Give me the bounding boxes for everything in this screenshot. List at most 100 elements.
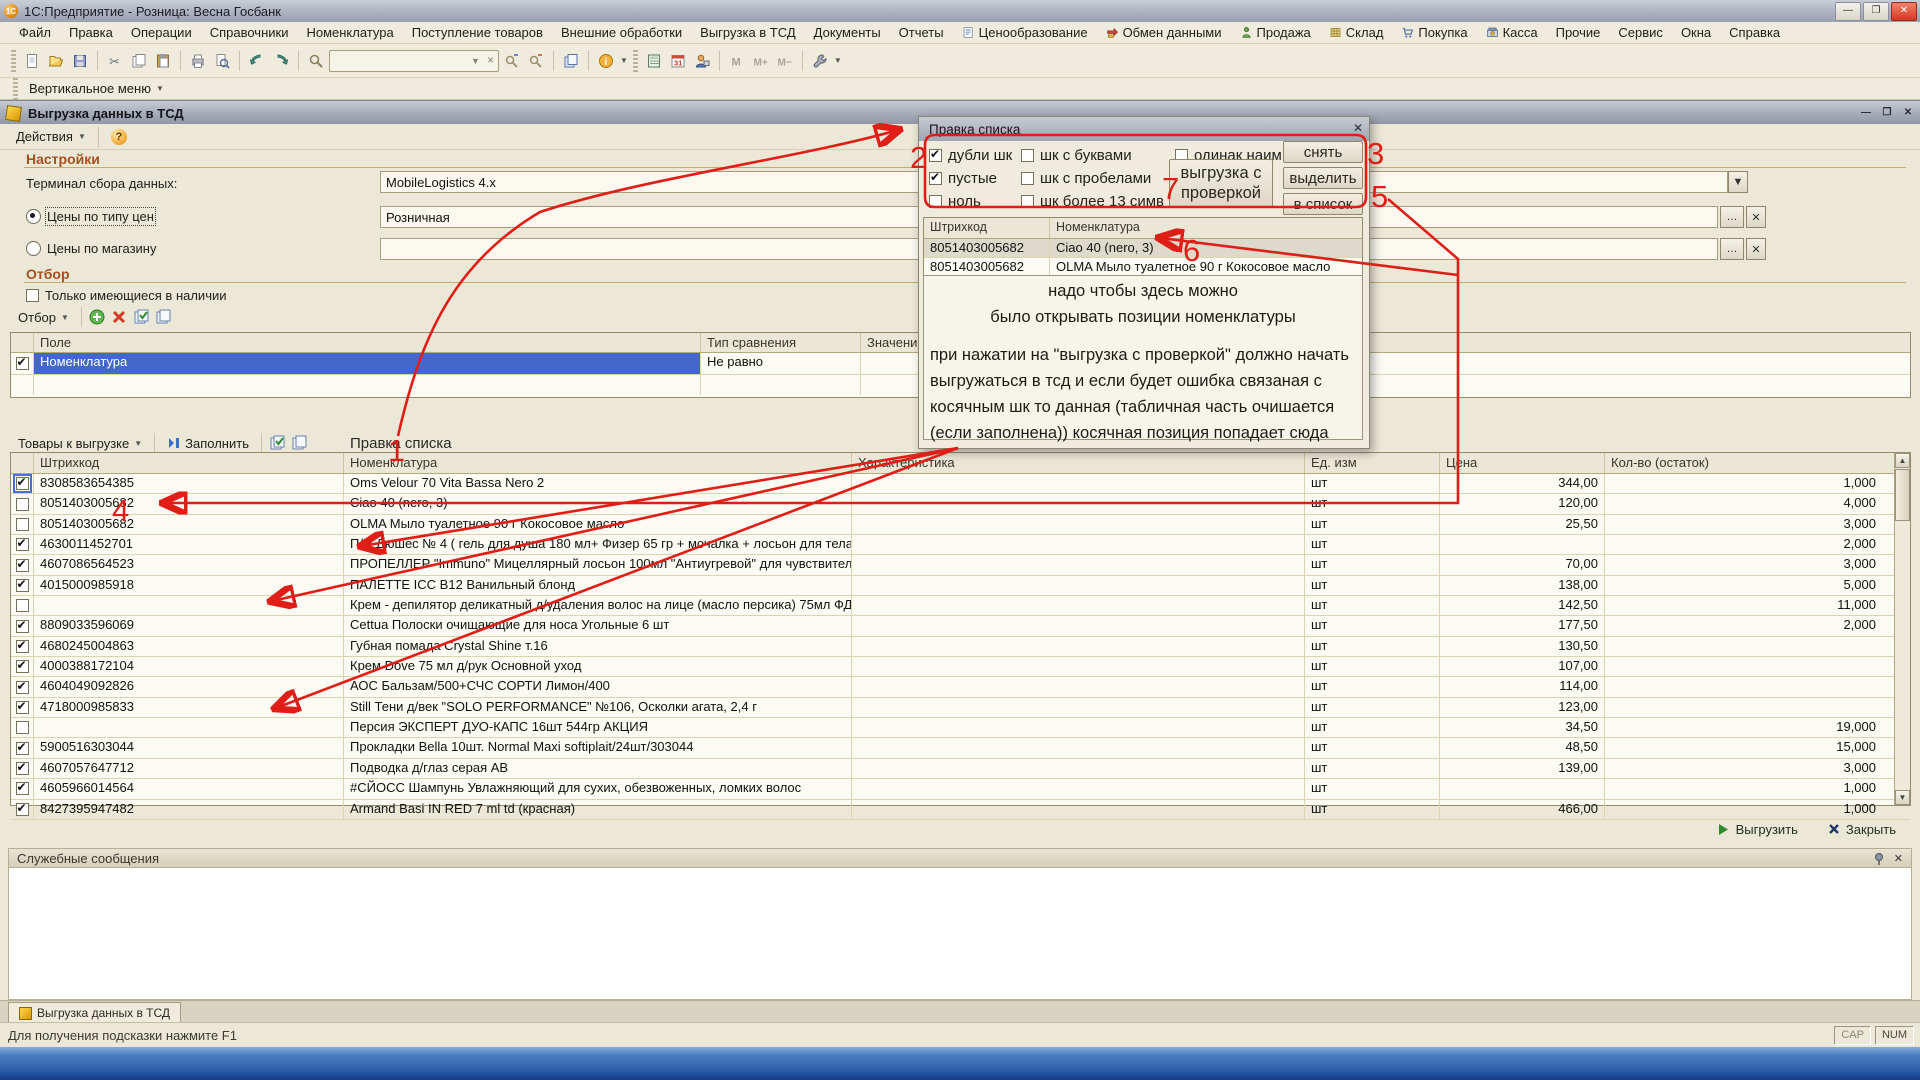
toolbar-grip[interactable]	[633, 50, 638, 72]
menu-item-файл[interactable]: Файл	[10, 23, 60, 42]
cell-unit[interactable]: шт	[1305, 555, 1440, 574]
only-available-checkbox[interactable]: Только имеющиеся в наличии	[26, 288, 227, 303]
user-lock-button[interactable]	[691, 50, 713, 72]
filter-menu-button[interactable]: Отбор▼	[10, 307, 77, 328]
info-button[interactable]: i	[595, 50, 617, 72]
cell-characteristic[interactable]	[852, 657, 1305, 676]
cell-qty[interactable]	[1605, 698, 1882, 717]
cell-name[interactable]: АОС Бальзам/500+СЧС СОРТИ Лимон/400	[344, 677, 852, 696]
dialog-checkbox-шк-более-13-симв[interactable]: шк более 13 симв	[1021, 193, 1164, 210]
cell-unit[interactable]: шт	[1305, 596, 1440, 615]
cell-unit[interactable]: шт	[1305, 494, 1440, 513]
cell-qty[interactable]: 4,000	[1605, 494, 1882, 513]
dialog-titlebar[interactable]: Правка списка ✕	[919, 117, 1369, 141]
cell-barcode[interactable]: 4607057647712	[34, 759, 344, 778]
paste-button[interactable]	[152, 50, 174, 72]
unload-with-check-button[interactable]: выгрузка с проверкой	[1169, 159, 1273, 207]
cell-unit[interactable]: шт	[1305, 718, 1440, 737]
menu-item-номенклатура[interactable]: Номенклатура	[297, 23, 402, 42]
cell-price[interactable]: 34,50	[1440, 718, 1605, 737]
m-minus-button[interactable]: M−	[774, 50, 796, 72]
copy-button[interactable]	[128, 50, 150, 72]
cell-price[interactable]: 138,00	[1440, 576, 1605, 595]
menu-item-касса[interactable]: Касса	[1477, 23, 1547, 42]
chevron-down-icon[interactable]: ▼	[834, 56, 842, 65]
cell-characteristic[interactable]	[852, 738, 1305, 757]
messages-close-icon[interactable]: ✕	[1894, 852, 1903, 865]
cell-name[interactable]: Персия ЭКСПЕРТ ДУО-КАПС 16шт 544гр АКЦИЯ	[344, 718, 852, 737]
cell-unit[interactable]: шт	[1305, 738, 1440, 757]
find-button[interactable]	[305, 50, 327, 72]
save-button[interactable]	[69, 50, 91, 72]
row-checkbox[interactable]	[16, 477, 29, 490]
menu-item-ценообразование[interactable]: Ценообразование	[953, 23, 1097, 42]
menu-item-покупка[interactable]: Покупка	[1392, 23, 1476, 42]
cell-unit[interactable]: шт	[1305, 474, 1440, 493]
price-type-radio[interactable]: Цены по типу цен	[26, 209, 154, 224]
calendar-button[interactable]: 31	[667, 50, 689, 72]
cell-name[interactable]: Подводка д/глаз серая АВ	[344, 759, 852, 778]
close-button[interactable]: ✕	[1891, 2, 1917, 21]
dialog-checkbox-ноль[interactable]: ноль	[929, 193, 981, 210]
pin-icon[interactable]	[1873, 852, 1886, 865]
cell-characteristic[interactable]	[852, 616, 1305, 635]
preview-button[interactable]	[211, 50, 233, 72]
menu-item-справочники[interactable]: Справочники	[201, 23, 298, 42]
cell-characteristic[interactable]	[852, 637, 1305, 656]
cell-qty[interactable]: 3,000	[1605, 515, 1882, 534]
cell-barcode[interactable]	[34, 718, 344, 737]
menu-item-операции[interactable]: Операции	[122, 23, 201, 42]
check-all-icon[interactable]	[130, 306, 152, 328]
cell-barcode[interactable]: 5900516303044	[34, 738, 344, 757]
maximize-button[interactable]: ❐	[1863, 2, 1889, 21]
cell-price[interactable]: 142,50	[1440, 596, 1605, 615]
taskbar[interactable]	[0, 1047, 1920, 1080]
cell-name[interactable]: Still Тени д/век "SOLO PERFORMANCE" №106…	[344, 698, 852, 717]
cell-characteristic[interactable]	[852, 474, 1305, 493]
row-checkbox[interactable]	[16, 518, 29, 531]
row-checkbox[interactable]	[16, 559, 29, 572]
table-row[interactable]: 4607086564523ПРОПЕЛЛЕР "Immuno" Мицелляр…	[11, 555, 1910, 575]
table-row[interactable]: 4000388172104Крем Dove 75 мл д/рук Основ…	[11, 657, 1910, 677]
row-checkbox[interactable]	[16, 762, 29, 775]
cell-qty[interactable]: 3,000	[1605, 759, 1882, 778]
row-checkbox[interactable]	[16, 640, 29, 653]
row-checkbox[interactable]	[16, 721, 29, 734]
cell-unit[interactable]: шт	[1305, 677, 1440, 696]
cell-price[interactable]: 70,00	[1440, 555, 1605, 574]
table-row[interactable]: 8051403005682OLMA Мыло туалетное 90 г Ко…	[11, 515, 1910, 535]
help-icon[interactable]: ?	[111, 129, 127, 145]
form-maximize-button[interactable]: ❐	[1878, 106, 1896, 121]
search-input[interactable]: ▼✕	[329, 50, 499, 72]
copy-list-icon[interactable]	[152, 306, 174, 328]
cell-name[interactable]: Крем Dove 75 мл д/рук Основной уход	[344, 657, 852, 676]
row-checkbox[interactable]	[16, 782, 29, 795]
toolbar-grip[interactable]	[11, 50, 16, 72]
cell-qty[interactable]: 1,000	[1605, 474, 1882, 493]
chevron-down-icon[interactable]: ▼	[620, 56, 628, 65]
cell-characteristic[interactable]	[852, 515, 1305, 534]
cell-qty[interactable]: 5,000	[1605, 576, 1882, 595]
menu-item-справка[interactable]: Справка	[1720, 23, 1789, 42]
vertical-menu-button[interactable]: Вертикальное меню▼	[21, 78, 172, 99]
table-row[interactable]: 5900516303044Прокладки Bella 10шт. Norma…	[11, 738, 1910, 758]
form-minimize-button[interactable]: —	[1857, 106, 1875, 121]
cell-price[interactable]: 123,00	[1440, 698, 1605, 717]
cell-barcode[interactable]: 8809033596069	[34, 616, 344, 635]
table-row[interactable]: 4718000985833Still Тени д/век "SOLO PERF…	[11, 698, 1910, 718]
chevron-down-icon[interactable]: ▼	[468, 51, 483, 71]
cell-characteristic[interactable]	[852, 718, 1305, 737]
cell-barcode[interactable]	[34, 596, 344, 615]
cell-barcode[interactable]: 4605966014564	[34, 779, 344, 798]
dialog-checkbox-шк-с-буквами[interactable]: шк с буквами	[1021, 147, 1132, 164]
add-filter-button[interactable]	[86, 306, 108, 328]
cell-price[interactable]	[1440, 779, 1605, 798]
cell-qty[interactable]	[1605, 677, 1882, 696]
cell-barcode[interactable]: 4630011452701	[34, 535, 344, 554]
cell-unit[interactable]: шт	[1305, 616, 1440, 635]
table-row[interactable]: 8809033596069Cettua Полоски очищающие дл…	[11, 616, 1910, 636]
cell-barcode[interactable]: 4015000985918	[34, 576, 344, 595]
cell-name[interactable]: Oms Velour 70 Vita Bassa Nero 2	[344, 474, 852, 493]
cell-qty[interactable]: 1,000	[1605, 779, 1882, 798]
table-row[interactable]: 4680245004863Губная помада Crystal Shine…	[11, 637, 1910, 657]
